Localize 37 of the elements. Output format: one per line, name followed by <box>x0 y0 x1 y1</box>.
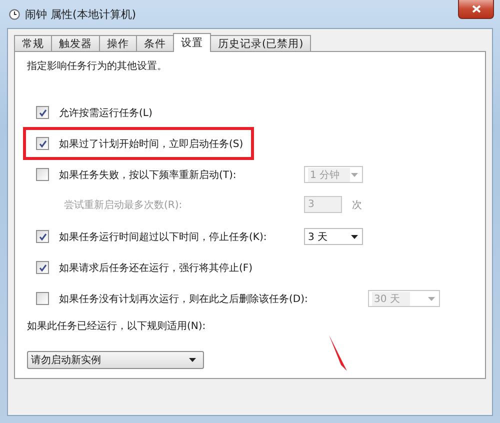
caret-icon <box>189 358 196 362</box>
option-label: 如果任务失败，按以下频率重新启动(T): <box>59 168 236 182</box>
checkbox[interactable] <box>36 292 49 305</box>
close-button[interactable] <box>458 0 494 19</box>
tab[interactable]: 常规 <box>14 35 52 51</box>
tab[interactable]: 操作 <box>99 35 137 51</box>
caret-icon <box>351 172 358 176</box>
option-label: 允许按需运行任务(L) <box>59 106 152 120</box>
option-label: 如果过了计划开始时间，立即启动任务(S) <box>59 138 244 150</box>
checkmark-icon <box>38 140 46 148</box>
option-label: 如果请求后任务还在运行，强行将其停止(F) <box>59 262 253 274</box>
rule-label: 如果此任务已经运行，以下规则适用(N): <box>27 320 207 333</box>
dropdown[interactable]: 3 天 <box>304 228 363 245</box>
tab[interactable]: 条件 <box>136 35 174 51</box>
option-label: 尝试重新启动最多次数(R): <box>64 200 182 210</box>
checkbox[interactable] <box>36 230 49 243</box>
checkbox[interactable] <box>36 168 49 181</box>
option-label: 如果任务没有计划再次运行，则在此之后删除该任务(D): <box>59 292 308 306</box>
window-title: 闹钟 属性(本地计算机) <box>25 6 136 22</box>
checkbox[interactable] <box>36 106 49 119</box>
tab[interactable]: 触发器 <box>51 35 100 51</box>
unit-label: 次 <box>352 198 362 212</box>
caret-icon <box>351 234 358 238</box>
caret-icon <box>428 296 435 300</box>
description-text: 指定影响任务行为的其他设置。 <box>27 60 168 74</box>
close-icon <box>472 5 480 13</box>
checkbox[interactable] <box>36 261 49 274</box>
checkmark-icon <box>38 108 46 116</box>
tab[interactable]: 历史记录(已禁用) <box>210 35 312 51</box>
clock-icon <box>9 8 20 20</box>
arrow-annotation <box>328 335 348 373</box>
tab[interactable]: 设置 <box>173 33 211 52</box>
checkmark-icon <box>38 232 46 240</box>
option-label: 如果任务运行时间超过以下时间，停止任务(K): <box>59 230 267 244</box>
checkmark-icon <box>38 264 46 272</box>
rule-dropdown[interactable]: 请勿启动新实例 <box>27 351 204 369</box>
checkbox[interactable] <box>36 137 49 150</box>
